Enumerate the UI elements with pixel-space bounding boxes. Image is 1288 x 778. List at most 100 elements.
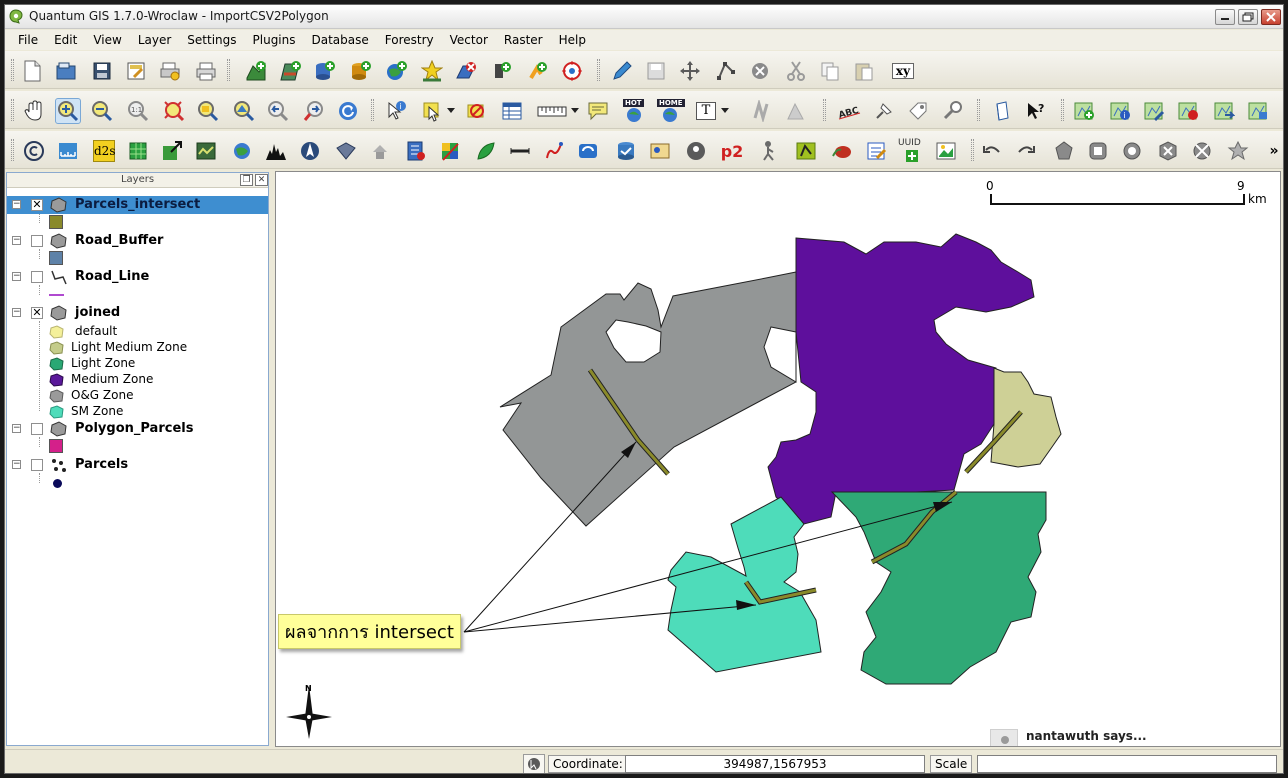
layer-row-parcels-intersect[interactable]: − ✕ Parcels_intersect <box>7 196 268 214</box>
menu-edit[interactable]: Edit <box>46 33 85 47</box>
photo-tool-button[interactable] <box>647 138 673 164</box>
layer-visibility-checkbox[interactable] <box>31 271 43 283</box>
menu-vector[interactable]: Vector <box>442 33 496 47</box>
xy-tool-button[interactable]: xy <box>889 58 917 84</box>
notes-tool-button[interactable] <box>863 138 889 164</box>
zoom-full-button[interactable] <box>161 98 187 124</box>
raster-calculator-button[interactable] <box>193 138 219 164</box>
save-edits-button[interactable] <box>643 58 669 84</box>
labeling-button[interactable]: ABC <box>835 98 865 124</box>
vector-export-button[interactable] <box>159 138 185 164</box>
north-arrow-button[interactable] <box>297 138 323 164</box>
sm-zone-polygon[interactable] <box>667 496 822 673</box>
add-wms-layer-button[interactable] <box>383 58 409 84</box>
toggle-editing-button[interactable] <box>609 58 635 84</box>
refresh-button[interactable] <box>335 98 361 124</box>
save-as-button[interactable] <box>123 58 149 84</box>
deselect-button[interactable] <box>463 98 489 124</box>
add-raster-layer-button[interactable] <box>277 58 303 84</box>
uuid-tool-button[interactable]: UUID <box>897 138 927 164</box>
plugin-tool-button[interactable] <box>525 58 551 84</box>
georeferencer-button[interactable] <box>229 138 255 164</box>
menu-plugins[interactable]: Plugins <box>245 33 304 47</box>
menu-view[interactable]: View <box>85 33 129 47</box>
upload-tool-button[interactable] <box>367 138 393 164</box>
collapse-toggle[interactable]: − <box>12 272 21 281</box>
close-button[interactable] <box>1261 9 1281 25</box>
maximize-button[interactable] <box>1238 9 1258 25</box>
float-panel-button[interactable]: ❐ <box>240 174 253 186</box>
p2-tool-button[interactable]: p2 <box>717 138 747 164</box>
coordinate-field[interactable]: 394987,1567953 <box>625 755 925 773</box>
toolbar-grip[interactable] <box>597 59 600 81</box>
add-postgis-layer-button[interactable] <box>311 58 337 84</box>
copy-features-button[interactable] <box>817 58 843 84</box>
print-composer-button[interactable] <box>157 58 183 84</box>
show-hide-labels-button[interactable] <box>905 98 931 124</box>
sync-tool-button[interactable] <box>575 138 601 164</box>
save-project-button[interactable] <box>89 58 115 84</box>
annotation-callout[interactable]: ผลจากการ intersect <box>278 614 461 649</box>
map-export-button[interactable] <box>1211 98 1237 124</box>
minimize-button[interactable] <box>1215 9 1235 25</box>
delete-part-button[interactable] <box>1155 138 1181 164</box>
layer-row-road-line[interactable]: − Road_Line <box>7 268 268 286</box>
zoom-in-button[interactable] <box>55 98 81 124</box>
walk-tool-button[interactable] <box>757 138 783 164</box>
image-tool-button[interactable] <box>933 138 959 164</box>
d2s-button[interactable]: d2s <box>91 138 117 164</box>
add-part-button[interactable] <box>1085 138 1111 164</box>
map-edit-button[interactable] <box>1141 98 1167 124</box>
measure-dropdown-arrow[interactable] <box>571 108 579 113</box>
toolbar-overflow-button[interactable]: » <box>1267 138 1281 164</box>
add-ring-button[interactable] <box>1051 138 1077 164</box>
hotspot-button[interactable]: HOT <box>619 98 649 124</box>
collapse-toggle[interactable]: − <box>12 460 21 469</box>
grid-tool-button[interactable] <box>125 138 151 164</box>
identify-button[interactable]: i <box>383 98 409 124</box>
coordinate-toggle-button[interactable] <box>523 754 545 773</box>
pointer-tool-button[interactable] <box>683 138 709 164</box>
layer-row-polygon-parcels[interactable]: − Polygon_Parcels <box>7 420 268 438</box>
map-tips-button[interactable] <box>585 98 611 124</box>
collapse-toggle[interactable]: − <box>12 424 21 433</box>
collapse-toggle[interactable]: − <box>12 308 21 317</box>
toolbar-grip[interactable] <box>11 139 14 161</box>
layers-plugin-button[interactable] <box>403 138 429 164</box>
toolbar-grip[interactable] <box>227 59 230 81</box>
database-manager-button[interactable] <box>613 138 639 164</box>
add-vector-layer-button[interactable] <box>243 58 269 84</box>
toolbar-grip[interactable] <box>371 99 374 121</box>
node-tool-button[interactable] <box>713 58 739 84</box>
zoom-actual-size-button[interactable]: 1:1 <box>125 98 151 124</box>
menu-forestry[interactable]: Forestry <box>377 33 442 47</box>
route-tool-button[interactable] <box>541 138 567 164</box>
redo-button[interactable] <box>1013 138 1039 164</box>
menu-settings[interactable]: Settings <box>179 33 244 47</box>
scale-tool-button[interactable] <box>507 138 533 164</box>
move-feature-button[interactable] <box>677 58 703 84</box>
label-tool-button[interactable] <box>749 98 775 124</box>
select-features-button[interactable] <box>419 98 445 124</box>
toolbar-grip[interactable] <box>11 99 14 121</box>
zoom-next-button[interactable] <box>301 98 327 124</box>
mole-tool-button[interactable] <box>829 138 855 164</box>
digitize-tool-button[interactable] <box>793 138 819 164</box>
print-button[interactable] <box>193 58 219 84</box>
layer-visibility-checkbox[interactable] <box>31 459 43 471</box>
attribute-table-button[interactable] <box>499 98 525 124</box>
map-canvas[interactable]: 0 9 km N ผลจากการ intersect nantawuth sa… <box>275 171 1281 747</box>
layer-visibility-checkbox[interactable] <box>31 423 43 435</box>
menu-file[interactable]: File <box>10 33 46 47</box>
copyright-label-button[interactable] <box>21 138 47 164</box>
leaf-tool-button[interactable] <box>473 138 499 164</box>
light-zone-polygon[interactable] <box>830 491 1047 685</box>
whats-this-button[interactable]: ? <box>1023 98 1049 124</box>
diamond-tool-button[interactable] <box>333 138 359 164</box>
menu-raster[interactable]: Raster <box>496 33 551 47</box>
zoom-last-button[interactable] <box>265 98 291 124</box>
paste-features-button[interactable] <box>851 58 877 84</box>
new-project-button[interactable] <box>19 58 45 84</box>
close-panel-button[interactable]: ✕ <box>255 174 268 186</box>
gps-tool-button[interactable] <box>559 58 585 84</box>
